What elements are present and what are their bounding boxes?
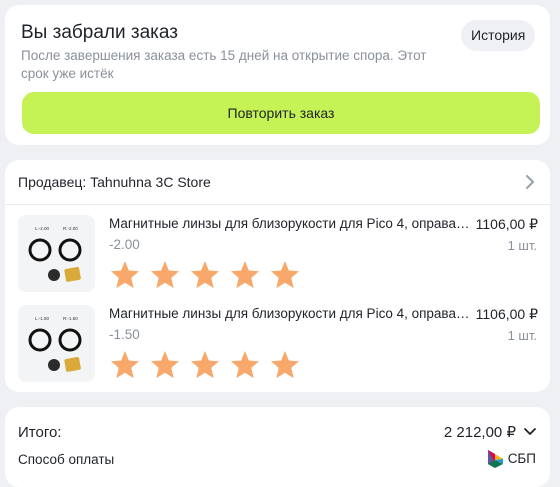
star-icon[interactable]: [229, 349, 261, 381]
seller-name: Продавец: Tahnuhna 3C Store: [18, 174, 211, 190]
sbp-logo-icon: [488, 450, 503, 468]
chevron-right-icon: [526, 175, 534, 189]
thumb-label-left: L:-1.50: [35, 316, 50, 321]
rating-stars[interactable]: [109, 349, 309, 383]
product-image: L:-2.00 R:-2.00: [18, 215, 95, 292]
star-icon[interactable]: [189, 349, 221, 381]
total-label: Итого:: [18, 424, 62, 441]
status-title: Вы забрали заказ: [21, 22, 178, 43]
payment-label: Способ оплаты: [18, 452, 115, 467]
star-icon[interactable]: [149, 349, 181, 381]
order-status-card: Вы забрали заказ После завершения заказа…: [5, 5, 550, 145]
star-icon[interactable]: [229, 259, 261, 291]
total-value[interactable]: 2 212,00 ₽: [444, 423, 516, 441]
star-icon[interactable]: [109, 349, 141, 381]
product-name[interactable]: Магнитные линзы для близорукости для Pic…: [109, 306, 471, 321]
product-quantity: 1 шт.: [507, 238, 537, 253]
order-summary-card: Итого: 2 212,00 ₽ Способ оплаты СБП: [5, 407, 550, 487]
product-price: 1106,00 ₽: [475, 306, 538, 322]
rating-stars[interactable]: [109, 259, 309, 293]
star-icon[interactable]: [269, 259, 301, 291]
thumb-label-right: R:-1.50: [63, 316, 78, 321]
product-variant: -1.50: [109, 327, 140, 342]
seller-row[interactable]: Продавец: Tahnuhna 3C Store: [5, 160, 550, 204]
order-item[interactable]: L:-1.50 R:-1.50 Магнитные линзы для близ…: [5, 305, 550, 395]
star-icon[interactable]: [149, 259, 181, 291]
history-button[interactable]: История: [461, 20, 536, 51]
thumb-label-right: R:-2.00: [63, 226, 78, 231]
product-image: L:-1.50 R:-1.50: [18, 305, 95, 382]
divider: [5, 204, 550, 205]
star-icon[interactable]: [109, 259, 141, 291]
status-description: После завершения заказа есть 15 дней на …: [21, 48, 427, 81]
product-variant: -2.00: [109, 237, 140, 252]
payment-method: СБП: [507, 451, 536, 466]
repeat-order-button[interactable]: Повторить заказ: [22, 92, 540, 134]
star-icon[interactable]: [269, 349, 301, 381]
seller-card: Продавец: Tahnuhna 3C Store L:-2.00 R:-2…: [5, 160, 550, 392]
product-price: 1106,00 ₽: [475, 216, 538, 232]
order-item[interactable]: L:-2.00 R:-2.00 Магнитные линзы для близ…: [5, 215, 550, 305]
star-icon[interactable]: [189, 259, 221, 291]
product-name[interactable]: Магнитные линзы для близорукости для Pic…: [109, 216, 471, 231]
product-quantity: 1 шт.: [507, 328, 537, 343]
thumb-label-left: L:-2.00: [35, 226, 50, 231]
chevron-down-icon[interactable]: [523, 426, 537, 438]
